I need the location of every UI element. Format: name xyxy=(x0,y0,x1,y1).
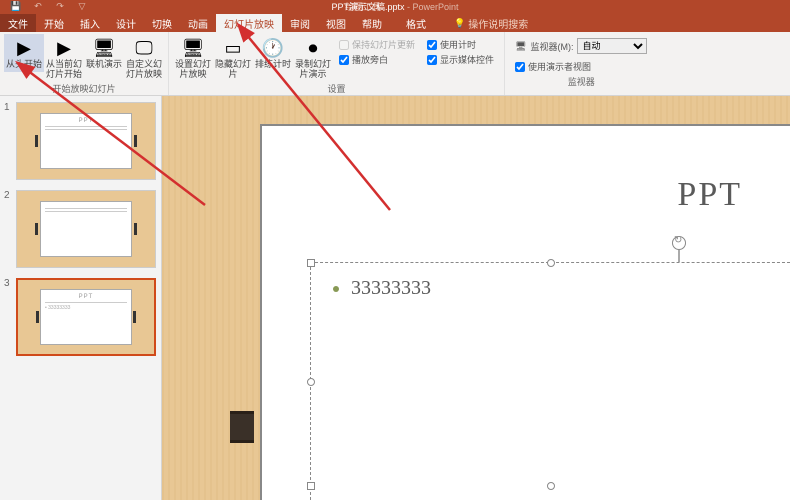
group-label: 开始放映幻灯片 xyxy=(52,82,115,96)
resize-handle-bm[interactable] xyxy=(547,482,555,490)
slide-number: 3 xyxy=(4,278,16,356)
slide-thumbnail-3[interactable]: PPT• 33333333 xyxy=(16,278,156,356)
record-icon: ⏺ xyxy=(301,36,325,60)
bullet-line[interactable]: 33333333 xyxy=(333,277,431,300)
resize-handle-tl[interactable] xyxy=(307,259,315,267)
group-label: 监视器 xyxy=(568,75,595,89)
setup-slideshow-button[interactable]: 🖥 设置幻灯片放映 xyxy=(173,34,213,82)
group-label: 设置 xyxy=(328,82,346,96)
setup-checkboxes-2: 使用计时 显示媒体控件 xyxy=(421,34,500,70)
tell-me-label: 操作说明搜索 xyxy=(468,16,528,31)
monitor-icon: 🖥 xyxy=(515,41,526,52)
hide-icon: ▭ xyxy=(221,36,245,60)
slide-thumbnail-panel[interactable]: 1 PPT 2 3 PPT• 33333333 xyxy=(0,96,162,500)
tab-insert[interactable]: 插入 xyxy=(72,14,108,32)
bullet-dot-icon xyxy=(333,286,339,292)
slide-thumbnail-2[interactable] xyxy=(16,190,156,268)
slide-number: 1 xyxy=(4,102,16,180)
slide-canvas[interactable]: PPT 33333333 xyxy=(260,124,790,500)
slide-thumbnail-1[interactable]: PPT xyxy=(16,102,156,180)
save-icon[interactable]: 💾 xyxy=(8,1,24,11)
tab-slideshow[interactable]: 幻灯片放映 xyxy=(216,14,282,32)
keep-timings-checkbox[interactable]: 保持幻灯片更新 xyxy=(339,38,415,51)
quick-access-toolbar: 💾 ↶ ↷ ▽ xyxy=(8,0,90,11)
slide-editor[interactable]: PPT 33333333 xyxy=(162,96,790,500)
from-beginning-button[interactable]: ▶ 从头开始 xyxy=(4,34,44,72)
window-title: PPT演示文稿.pptx - PowerPoint xyxy=(331,0,458,13)
redo-icon[interactable]: ↷ xyxy=(52,1,68,11)
slide-title-text[interactable]: PPT xyxy=(677,176,742,214)
main-area: 1 PPT 2 3 PPT• 33333333 PPT xyxy=(0,96,790,500)
tab-file[interactable]: 文件 xyxy=(0,14,36,32)
resize-handle-ml[interactable] xyxy=(307,378,315,386)
custom-icon: 🖵 xyxy=(132,36,156,60)
resize-handle-bl[interactable] xyxy=(307,482,315,490)
group-setup: 🖥 设置幻灯片放映 ▭ 隐藏幻灯片 🕐 排练计时 ⏺ 录制幻灯片演示 保持幻灯片… xyxy=(169,32,505,95)
start-icon[interactable]: ▽ xyxy=(74,1,90,11)
tab-format[interactable]: 格式 xyxy=(398,14,434,32)
setup-checkboxes: 保持幻灯片更新 播放旁白 xyxy=(333,34,421,70)
online-icon: 🖥 xyxy=(92,36,116,60)
tab-help[interactable]: 帮助 xyxy=(354,14,390,32)
undo-icon[interactable]: ↶ xyxy=(30,1,46,11)
thumbnail-slot[interactable]: 1 PPT xyxy=(4,102,157,180)
tab-animations[interactable]: 动画 xyxy=(180,14,216,32)
tab-view[interactable]: 视图 xyxy=(318,14,354,32)
present-online-button[interactable]: 🖥 联机演示 xyxy=(84,34,124,72)
rehearse-timings-button[interactable]: 🕐 排练计时 xyxy=(253,34,293,72)
setup-icon: 🖥 xyxy=(181,36,205,60)
slide-side-handle xyxy=(246,414,252,440)
group-start-slideshow: ▶ 从头开始 ▶ 从当前幻灯片开始 🖥 联机演示 🖵 自定义幻灯片放映 开始放映… xyxy=(0,32,169,95)
monitor-label: 监视器(M): xyxy=(530,40,573,53)
clock-icon: 🕐 xyxy=(261,36,285,60)
from-current-button[interactable]: ▶ 从当前幻灯片开始 xyxy=(44,34,84,82)
tab-design[interactable]: 设计 xyxy=(108,14,144,32)
tab-transitions[interactable]: 切换 xyxy=(144,14,180,32)
rotate-handle-icon[interactable] xyxy=(672,236,686,250)
presenter-view-checkbox[interactable]: 使用演示者视图 xyxy=(515,60,647,73)
thumbnail-slot[interactable]: 2 xyxy=(4,190,157,268)
lightbulb-icon: 💡 xyxy=(454,18,465,29)
tab-review[interactable]: 审阅 xyxy=(282,14,318,32)
thumbnail-slot[interactable]: 3 PPT• 33333333 xyxy=(4,278,157,356)
slide-number: 2 xyxy=(4,190,16,268)
bullet-text[interactable]: 33333333 xyxy=(351,277,431,300)
use-timings-checkbox[interactable]: 使用计时 xyxy=(427,38,494,51)
ribbon: ▶ 从头开始 ▶ 从当前幻灯片开始 🖥 联机演示 🖵 自定义幻灯片放映 开始放映… xyxy=(0,32,790,96)
play-from-current-icon: ▶ xyxy=(52,36,76,60)
app-name: PowerPoint xyxy=(413,2,459,12)
resize-handle-tm[interactable] xyxy=(547,259,555,267)
narrations-checkbox[interactable]: 播放旁白 xyxy=(339,53,415,66)
monitor-select[interactable]: 自动 xyxy=(577,38,647,54)
tab-home[interactable]: 开始 xyxy=(36,14,72,32)
media-controls-checkbox[interactable]: 显示媒体控件 xyxy=(427,53,494,66)
record-slideshow-button[interactable]: ⏺ 录制幻灯片演示 xyxy=(293,34,333,82)
custom-slideshow-button[interactable]: 🖵 自定义幻灯片放映 xyxy=(124,34,164,82)
file-name: PPT演示文稿.pptx xyxy=(331,2,404,12)
tell-me-search[interactable]: 💡 操作说明搜索 xyxy=(454,14,528,32)
play-from-start-icon: ▶ xyxy=(12,36,36,60)
hide-slide-button[interactable]: ▭ 隐藏幻灯片 xyxy=(213,34,253,82)
group-monitors: 🖥 监视器(M): 自动 使用演示者视图 监视器 xyxy=(505,32,657,95)
content-text-box[interactable]: 33333333 xyxy=(310,262,790,500)
ribbon-tabs: 文件 开始 插入 设计 切换 动画 幻灯片放映 审阅 视图 帮助 格式 💡 操作… xyxy=(0,14,790,32)
title-bar: 💾 ↶ ↷ ▽ 绘图工具 PPT演示文稿.pptx - PowerPoint xyxy=(0,0,790,14)
